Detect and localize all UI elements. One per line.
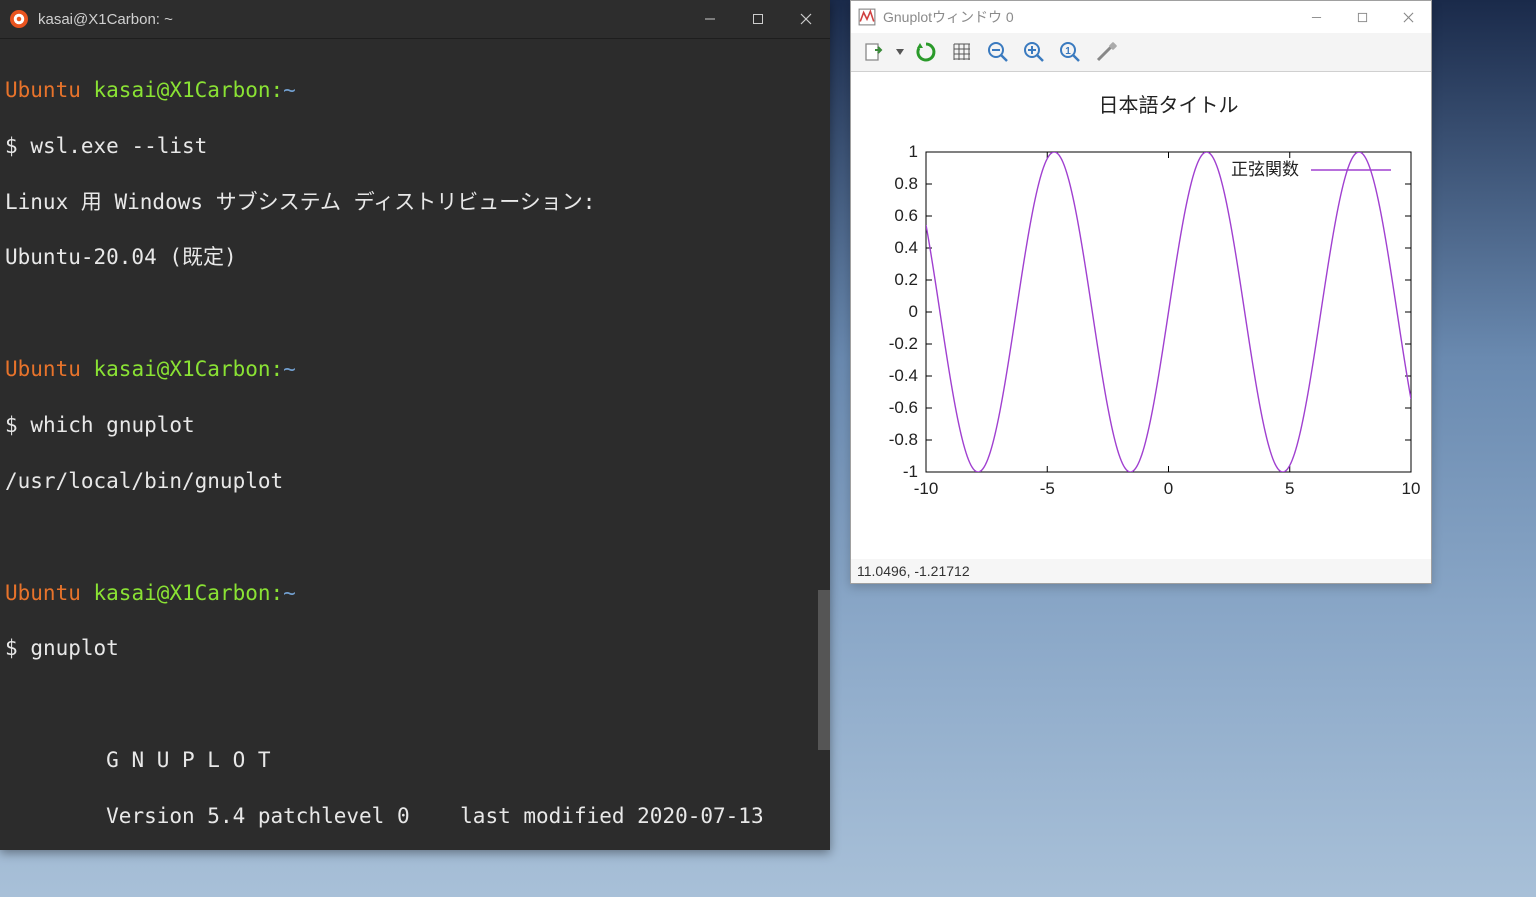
- terminal-output: /usr/local/bin/gnuplot: [5, 468, 825, 496]
- scrollbar-thumb[interactable]: [818, 590, 830, 750]
- maximize-button[interactable]: [734, 0, 782, 38]
- svg-text:5: 5: [1285, 479, 1294, 498]
- ubuntu-icon: [10, 10, 28, 28]
- terminal-cmd: gnuplot: [30, 636, 119, 660]
- gnuplot-status-bar: 11.0496, -1.21712: [851, 559, 1431, 583]
- svg-text:-10: -10: [914, 479, 939, 498]
- zoom-in-icon[interactable]: [1019, 37, 1049, 67]
- terminal-titlebar[interactable]: kasai@X1Carbon: ~: [0, 0, 830, 39]
- gnuplot-title: Gnuplotウィンドウ 0: [883, 7, 1293, 27]
- minimize-button[interactable]: [1293, 1, 1339, 33]
- zoom-reset-icon[interactable]: 1: [1055, 37, 1085, 67]
- terminal-window-controls: [686, 0, 830, 38]
- svg-text:-0.4: -0.4: [889, 366, 918, 385]
- terminal-title: kasai@X1Carbon: ~: [38, 11, 686, 28]
- settings-icon[interactable]: [1091, 37, 1121, 67]
- svg-text:0.4: 0.4: [894, 238, 918, 257]
- svg-text:-5: -5: [1040, 479, 1055, 498]
- gnuplot-window: Gnuplotウィンドウ 0: [850, 0, 1432, 584]
- gnuplot-window-controls: [1293, 1, 1431, 33]
- svg-text:0.2: 0.2: [894, 270, 918, 289]
- svg-text:正弦関数: 正弦関数: [1231, 160, 1299, 179]
- terminal-output: Ubuntu-20.04 (既定): [5, 244, 825, 272]
- svg-text:0: 0: [909, 302, 918, 321]
- svg-text:0.8: 0.8: [894, 174, 918, 193]
- gnuplot-canvas[interactable]: 日本語タイトル -10 -5 0 5 10 -1 -0.8 -0.6 -0.4 -0.2 0 0.2 0.…: [851, 72, 1431, 559]
- terminal-window: kasai@X1Carbon: ~ Ubuntu kasai@X1Carbon:…: [0, 0, 830, 850]
- svg-text:-0.6: -0.6: [889, 398, 918, 417]
- terminal-cmd: wsl.exe --list: [30, 134, 207, 158]
- minimize-button[interactable]: [686, 0, 734, 38]
- terminal-cmd: which gnuplot: [30, 413, 194, 437]
- close-button[interactable]: [782, 0, 830, 38]
- svg-text:-0.2: -0.2: [889, 334, 918, 353]
- gnuplot-app-icon: [858, 8, 876, 26]
- svg-text:1: 1: [1065, 46, 1071, 57]
- maximize-button[interactable]: [1339, 1, 1385, 33]
- svg-text:10: 10: [1402, 479, 1421, 498]
- close-button[interactable]: [1385, 1, 1431, 33]
- svg-text:1: 1: [909, 142, 918, 161]
- export-dropdown-icon[interactable]: [895, 37, 905, 67]
- svg-text:-1: -1: [903, 462, 918, 481]
- svg-text:0.6: 0.6: [894, 206, 918, 225]
- replot-icon[interactable]: [911, 37, 941, 67]
- gnuplot-titlebar[interactable]: Gnuplotウィンドウ 0: [851, 1, 1431, 33]
- terminal-output: Linux 用 Windows サブシステム ディストリビューション:: [5, 189, 825, 217]
- svg-text:0: 0: [1164, 479, 1173, 498]
- gnuplot-toolbar: 1: [851, 33, 1431, 72]
- export-icon[interactable]: [859, 37, 889, 67]
- grid-icon[interactable]: [947, 37, 977, 67]
- terminal-body[interactable]: Ubuntu kasai@X1Carbon:~ $ wsl.exe --list…: [0, 39, 830, 850]
- zoom-out-icon[interactable]: [983, 37, 1013, 67]
- svg-text:-0.8: -0.8: [889, 430, 918, 449]
- plot-svg: 日本語タイトル -10 -5 0 5 10 -1 -0.8 -0.6 -0.4 -0.2 0 0.2 0.…: [851, 72, 1431, 560]
- cursor-coordinates: 11.0496, -1.21712: [857, 563, 970, 579]
- svg-text:日本語タイトル: 日本語タイトル: [1099, 94, 1239, 117]
